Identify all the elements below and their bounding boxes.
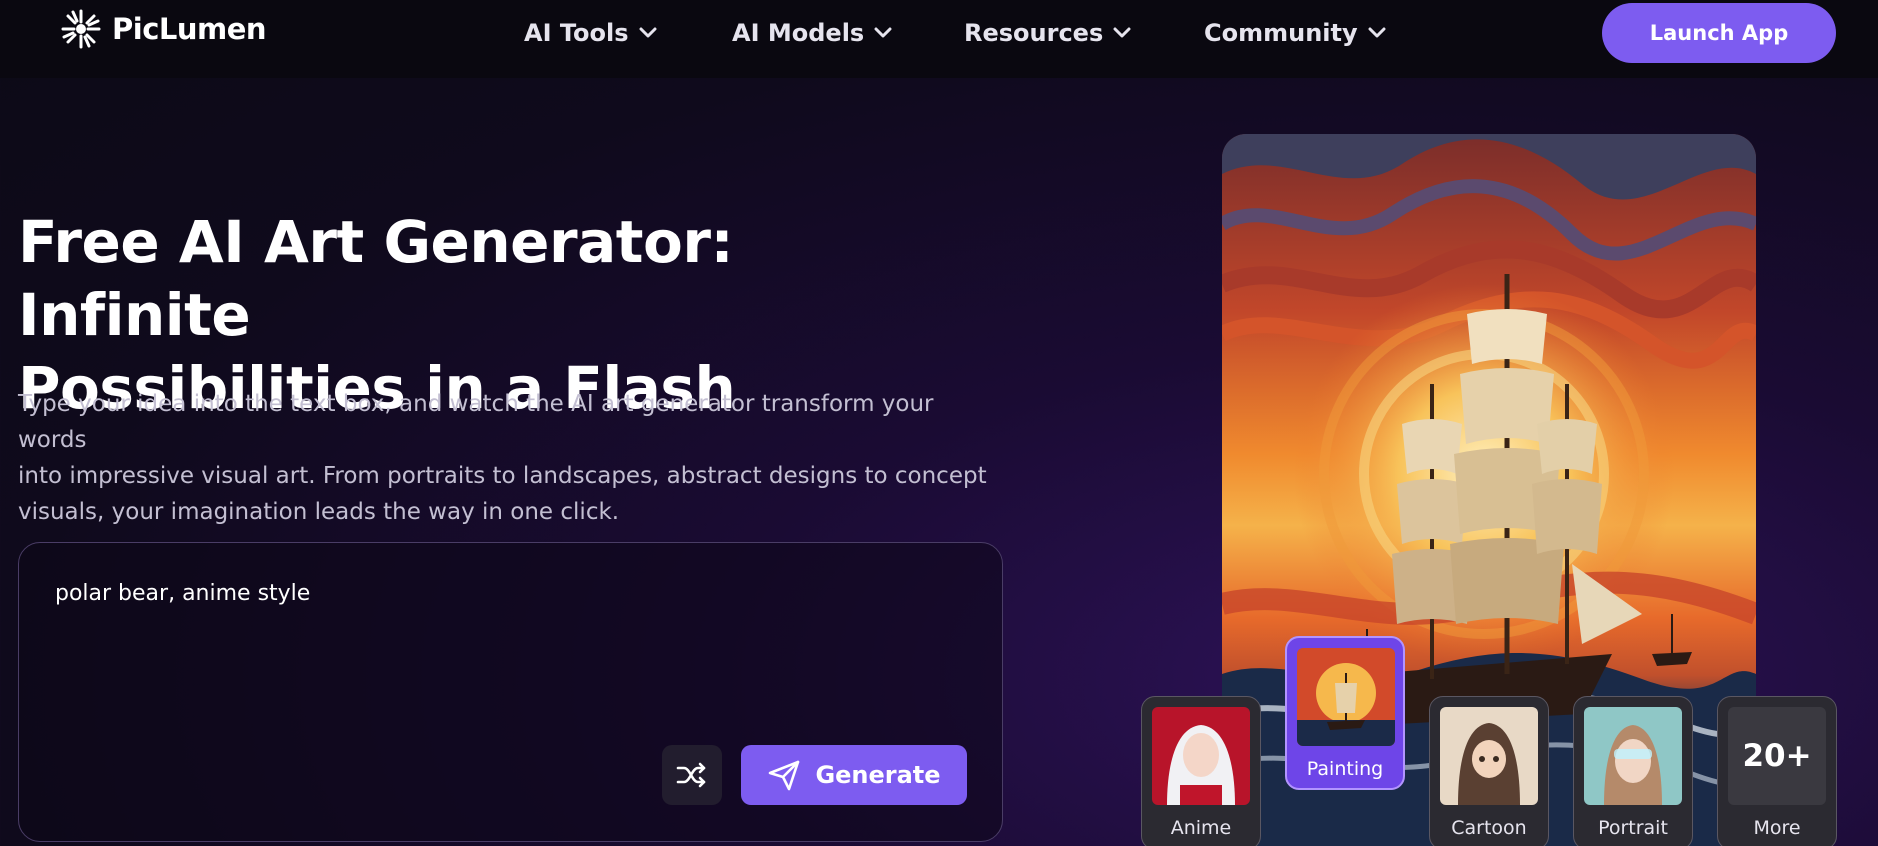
- cartoon-character-thumbnail: [1440, 707, 1538, 805]
- anime-girl-thumbnail: [1152, 707, 1250, 805]
- brand-logo[interactable]: PicLumen: [60, 8, 267, 50]
- send-icon: [769, 760, 800, 791]
- nav-ai-tools-label: AI Tools: [524, 19, 629, 47]
- more-styles-badge: 20+: [1728, 707, 1826, 805]
- generate-button[interactable]: Generate: [741, 745, 967, 805]
- generate-button-label: Generate: [815, 761, 941, 789]
- nav-community[interactable]: Community: [1204, 16, 1386, 50]
- nav-ai-models[interactable]: AI Models: [732, 16, 892, 50]
- top-navbar: PicLumen AI Tools AI Models Resources Co…: [0, 0, 1878, 78]
- style-card-portrait[interactable]: Portrait: [1573, 696, 1693, 846]
- hero-description: Type your idea into the text box, and wa…: [18, 386, 998, 530]
- page-title-line-1: Free AI Art Generator: Infinite: [18, 208, 734, 349]
- brand-name: PicLumen: [112, 12, 267, 46]
- hero-description-line-3: visuals, your imagination leads the way …: [18, 499, 620, 525]
- hero-description-line-1: Type your idea into the text box, and wa…: [18, 391, 934, 453]
- launch-app-button[interactable]: Launch App: [1602, 3, 1836, 63]
- style-label-portrait: Portrait: [1598, 817, 1668, 839]
- style-thumb-painting: [1297, 648, 1395, 746]
- style-card-more[interactable]: 20+ More: [1717, 696, 1837, 846]
- style-card-painting[interactable]: Painting: [1285, 636, 1405, 790]
- nav-resources[interactable]: Resources: [964, 16, 1131, 50]
- style-thumb-cartoon: [1440, 707, 1538, 805]
- style-card-anime[interactable]: Anime: [1141, 696, 1261, 846]
- style-label-anime: Anime: [1170, 817, 1232, 839]
- style-label-painting: Painting: [1306, 758, 1384, 780]
- nav-ai-tools[interactable]: AI Tools: [524, 16, 657, 50]
- prompt-input[interactable]: [55, 579, 955, 739]
- portrait-woman-thumbnail: [1584, 707, 1682, 805]
- style-label-cartoon: Cartoon: [1451, 817, 1527, 839]
- prompt-panel: Generate: [18, 542, 1003, 842]
- sparkle-logo-icon: [61, 9, 101, 49]
- style-card-cartoon[interactable]: Cartoon: [1429, 696, 1549, 846]
- style-thumb-portrait: [1584, 707, 1682, 805]
- ship-painting-thumbnail: [1297, 648, 1395, 746]
- chevron-down-icon: [1113, 27, 1131, 38]
- nav-ai-models-label: AI Models: [732, 19, 865, 47]
- chevron-down-icon: [874, 27, 892, 38]
- chevron-down-icon: [1368, 27, 1386, 38]
- style-thumb-anime: [1152, 707, 1250, 805]
- hero-description-line-2: into impressive visual art. From portrai…: [18, 463, 987, 489]
- chevron-down-icon: [639, 27, 657, 38]
- shuffle-prompt-button[interactable]: [662, 745, 722, 805]
- nav-community-label: Community: [1204, 19, 1358, 47]
- style-label-more: More: [1753, 817, 1801, 839]
- shuffle-icon: [676, 762, 706, 788]
- nav-resources-label: Resources: [964, 19, 1104, 47]
